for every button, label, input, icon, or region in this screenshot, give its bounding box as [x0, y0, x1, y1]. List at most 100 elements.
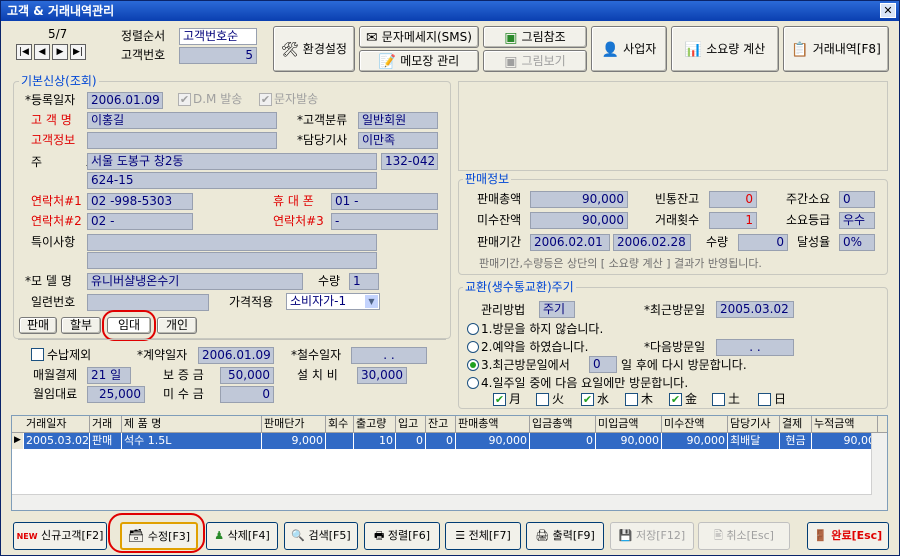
memo-area: [458, 81, 888, 171]
save-button[interactable]: 💾 저장[F12]: [610, 522, 694, 550]
table-header-cell[interactable]: 담당기사: [728, 416, 780, 433]
trade-detail-button[interactable]: 📋 거래내역[F8]: [783, 26, 889, 72]
addr2-field[interactable]: 624-15: [87, 172, 377, 189]
save-icon: 💾: [618, 529, 633, 542]
table-header-cell[interactable]: 미수잔액: [662, 416, 728, 433]
deposit-field[interactable]: 50,000: [220, 367, 274, 384]
table-header-cell[interactable]: 누적금액: [812, 416, 878, 433]
weekday-checkbox[interactable]: ✔: [493, 393, 506, 406]
tel3-field[interactable]: -: [331, 213, 438, 230]
vertical-scrollbar[interactable]: [871, 433, 887, 510]
method-field[interactable]: 주기: [539, 301, 575, 318]
price-select[interactable]: 소비자가-1 ▼: [286, 293, 380, 310]
withdraw-field[interactable]: . .: [351, 347, 427, 364]
weekday-checkbox[interactable]: [758, 393, 771, 406]
dm-checkbox[interactable]: ✔: [178, 93, 191, 106]
note-field-2[interactable]: [87, 252, 377, 269]
weekday-checkbox[interactable]: [712, 393, 725, 406]
table-header-cell[interactable]: 거래: [90, 416, 122, 433]
note-label: 특이사항: [31, 235, 76, 249]
zip-field[interactable]: 132-042: [381, 153, 438, 170]
install-field[interactable]: 30,000: [357, 367, 407, 384]
mobile-field[interactable]: 01 -: [331, 193, 438, 210]
print-button[interactable]: 🖨 출력[F9]: [526, 522, 604, 550]
weekday-checkbox[interactable]: ✔: [669, 393, 682, 406]
tab-sale[interactable]: 판매: [19, 317, 57, 334]
name-field[interactable]: 이홍길: [87, 112, 277, 129]
table-cell: 0: [530, 433, 596, 449]
table-row[interactable]: ▶ 2005.03.02 판매 석수 1.5L 9,000 10 0 0 90,000 0 90,0…: [12, 433, 878, 449]
horizontal-scrollbar[interactable]: [12, 494, 872, 510]
opt4-radio[interactable]: [467, 377, 479, 389]
reg-date-field[interactable]: 2006.01.09: [87, 92, 163, 109]
monthly-field[interactable]: 21 일: [87, 367, 131, 384]
serial-field[interactable]: [87, 294, 209, 311]
table-header-cell[interactable]: 거래일자: [24, 416, 90, 433]
tab-personal[interactable]: 개인: [157, 317, 197, 334]
contract-field[interactable]: 2006.01.09: [198, 347, 274, 364]
table-header-cell[interactable]: 판매단가: [262, 416, 326, 433]
fee-field[interactable]: 25,000: [87, 386, 145, 403]
last-record-icon[interactable]: ▶|: [70, 44, 86, 60]
table-header-cell[interactable]: 판매총액: [456, 416, 530, 433]
opt3-radio[interactable]: [467, 359, 479, 371]
clipboard-icon: 📋: [791, 41, 809, 58]
chevron-down-icon[interactable]: ▼: [365, 295, 378, 308]
collect-checkbox[interactable]: [31, 348, 44, 361]
all-button[interactable]: ☰ 전체[F7]: [445, 522, 521, 550]
business-button[interactable]: 👤 사업자: [591, 26, 667, 72]
opt2-radio[interactable]: [467, 341, 479, 353]
sort-select[interactable]: 고객번호순: [179, 28, 257, 45]
weekday-checkbox[interactable]: [536, 393, 549, 406]
tab-installment[interactable]: 할부: [61, 317, 101, 334]
table-header-cell[interactable]: 미입금액: [596, 416, 662, 433]
picture-ref-button[interactable]: ▣ 그림참조: [483, 26, 587, 48]
opt3-days-field[interactable]: 0: [589, 356, 617, 373]
table-cell: 90,000: [596, 433, 662, 449]
table-header-cell[interactable]: 잔고: [426, 416, 456, 433]
tel2-field[interactable]: 02 -: [87, 213, 193, 230]
table-cell: 현금: [780, 433, 812, 449]
table-header-cell[interactable]: 제 품 명: [122, 416, 262, 433]
delete-button[interactable]: ♟ 삭제[F4]: [206, 522, 278, 550]
table-header-cell[interactable]: 결제: [780, 416, 812, 433]
first-record-icon[interactable]: |◀: [16, 44, 32, 60]
cancel-button[interactable]: 🖹 취소[Esc]: [698, 522, 790, 550]
staff-field[interactable]: 이만족: [358, 132, 438, 149]
fee-label: 월임대료: [33, 387, 78, 401]
env-settings-button[interactable]: 🛠 환경설정: [273, 26, 355, 72]
opt1-radio[interactable]: [467, 323, 479, 335]
window-title: 고객 & 거래내역관리: [7, 4, 115, 18]
sms-checkbox[interactable]: ✔: [259, 93, 272, 106]
done-button[interactable]: 🚪 완료[Esc]: [807, 522, 889, 550]
sort-button[interactable]: 🖶 정렬[F6]: [364, 522, 440, 550]
note-field-1[interactable]: [87, 234, 377, 251]
next-visit-field[interactable]: . .: [716, 339, 794, 356]
new-customer-button[interactable]: NEW 신규고객[F2]: [13, 522, 107, 550]
table-header-cell[interactable]: 입금총액: [530, 416, 596, 433]
search-button[interactable]: 🔍 검색[F5]: [284, 522, 358, 550]
model-field[interactable]: 유니버샬냉온수기: [87, 273, 303, 290]
sms-button[interactable]: ✉ 문자메세지(SMS): [359, 26, 479, 48]
last-visit-field[interactable]: 2005.03.02: [716, 301, 794, 318]
rate-label: 달성율: [797, 235, 831, 249]
tel1-field[interactable]: 02 -998-5303: [87, 193, 193, 210]
table-header-cell[interactable]: 입고: [396, 416, 426, 433]
addr1-field[interactable]: 서울 도봉구 창2동: [87, 153, 377, 170]
next-record-icon[interactable]: ▶: [52, 44, 68, 60]
table-header-cell[interactable]: 출고량: [354, 416, 396, 433]
memo-button[interactable]: 📝 메모장 관리: [359, 50, 479, 72]
weekday-checkbox[interactable]: [625, 393, 638, 406]
qty-field[interactable]: 1: [349, 273, 379, 290]
rental-unpaid-field[interactable]: 0: [220, 386, 274, 403]
table-cell: 10: [354, 433, 396, 449]
picture-view-button[interactable]: ▣ 그림보기: [483, 50, 587, 72]
table-header-cell[interactable]: 회수: [326, 416, 354, 433]
class-field[interactable]: 일반회원: [358, 112, 438, 129]
info-field[interactable]: [87, 132, 277, 149]
close-icon[interactable]: ✕: [880, 3, 896, 18]
consume-calc-button[interactable]: 📊 소요량 계산: [671, 26, 779, 72]
weekday-checkbox[interactable]: ✔: [581, 393, 594, 406]
prev-record-icon[interactable]: ◀: [34, 44, 50, 60]
mobile-label: 휴 대 폰: [273, 194, 314, 208]
